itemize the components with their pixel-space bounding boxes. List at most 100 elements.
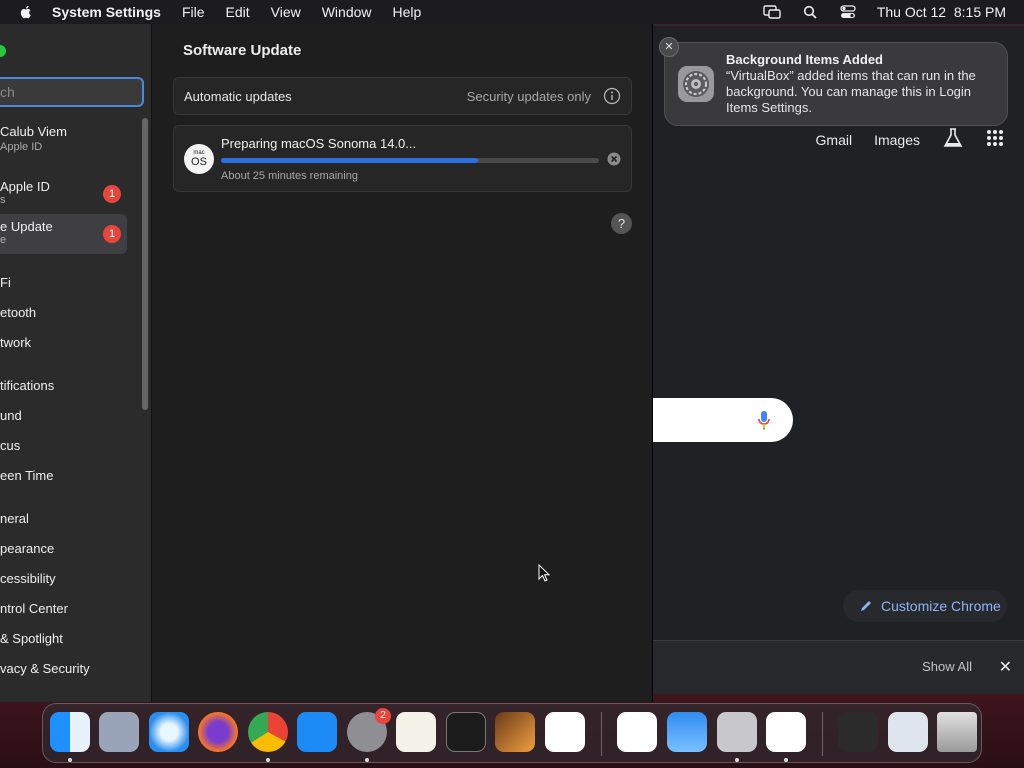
profile-name: Calub Viem — [0, 124, 67, 139]
google-search-input[interactable] — [640, 398, 793, 442]
notification-body: “VirtualBox” added items that can run in… — [726, 68, 976, 115]
dock-documents-stack-icon[interactable] — [888, 712, 928, 752]
dock-firefox-icon[interactable] — [198, 712, 238, 752]
menu-view[interactable]: View — [271, 4, 301, 20]
dock-weather-icon[interactable] — [667, 712, 707, 752]
dock-vscode-icon[interactable] — [545, 712, 585, 752]
macos-icon: mac OS — [184, 144, 214, 174]
screen-mirroring-icon[interactable] — [763, 4, 781, 20]
update-progress-card: mac OS Preparing macOS Sonoma 14.0... Ab… — [173, 125, 632, 192]
dock-trash-icon[interactable] — [937, 712, 977, 752]
dock-running-indicator — [784, 758, 788, 762]
chrome-download-bar: Show All ✕ — [640, 640, 1024, 694]
update-progress-fill — [221, 158, 479, 163]
dock-running-indicator — [365, 758, 369, 762]
notification-close-button[interactable]: ✕ — [659, 37, 679, 57]
menu-bar: System Settings File Edit View Window He… — [0, 0, 1024, 24]
labs-flask-icon[interactable] — [942, 127, 964, 152]
dock: 2 — [42, 703, 982, 763]
sidebar-item-siri-spotlight[interactable]: & Spotlight — [0, 631, 63, 646]
pencil-icon — [861, 601, 871, 611]
menu-clock[interactable]: Thu Oct 12 8:15 PM — [877, 4, 1006, 20]
sidebar-item-wifi[interactable]: Fi — [0, 275, 11, 290]
sidebar-item-control-center[interactable]: ntrol Center — [0, 601, 68, 616]
sidebar-profile[interactable]: Calub Viem Apple ID — [0, 124, 67, 153]
background-items-notification[interactable]: ✕ Background Items Added “VirtualBox” ad… — [659, 37, 1008, 126]
dock-chrome-icon[interactable] — [248, 712, 288, 752]
dock-running-indicator — [68, 758, 72, 762]
dock-app-store-icon[interactable] — [297, 712, 337, 752]
apple-id-badge: 1 — [103, 185, 121, 203]
page-title: Software Update — [183, 42, 302, 59]
close-download-bar-icon[interactable]: ✕ — [999, 657, 1012, 677]
dock-system-settings-badge: 2 — [375, 708, 391, 724]
dock-separator — [601, 712, 602, 756]
macos-icon-big-text: OS — [191, 156, 207, 168]
sidebar-item-label: e Update — [0, 219, 53, 234]
dock-launchpad-icon[interactable] — [99, 712, 139, 752]
sidebar-item-label: Apple ID — [0, 179, 50, 194]
info-icon[interactable] — [603, 87, 621, 105]
mouse-cursor-icon — [538, 564, 550, 582]
dock-textedit-icon[interactable] — [396, 712, 436, 752]
voice-search-icon[interactable] — [757, 410, 771, 430]
sidebar-item-general[interactable]: neral — [0, 511, 29, 526]
customize-chrome-label: Customize Chrome — [881, 598, 1001, 614]
sidebar-item-apple-id[interactable]: Apple ID s — [0, 179, 50, 206]
gmail-link[interactable]: Gmail — [816, 132, 853, 148]
sidebar-item-notifications[interactable]: tifications — [0, 378, 54, 393]
dock-safari-icon[interactable] — [149, 712, 189, 752]
cancel-update-icon[interactable] — [607, 152, 621, 166]
dock-visual-studio-icon[interactable] — [617, 712, 657, 752]
sidebar-search-input[interactable]: ch — [0, 77, 144, 107]
apps-grid-icon[interactable] — [986, 129, 1004, 150]
sidebar-item-sound[interactable]: und — [0, 408, 22, 423]
apple-menu-icon[interactable] — [18, 4, 34, 20]
dock-freeform-icon[interactable] — [766, 712, 806, 752]
sidebar-item-network[interactable]: twork — [0, 335, 31, 350]
menu-app-name[interactable]: System Settings — [52, 4, 161, 20]
dock-terminal-icon[interactable] — [446, 712, 486, 752]
dock-garageband-icon[interactable] — [495, 712, 535, 752]
system-settings-window: ch Calub Viem Apple ID Apple ID s 1 e Up… — [0, 24, 653, 702]
sidebar-item-bluetooth[interactable]: etooth — [0, 305, 36, 320]
menu-file[interactable]: File — [182, 4, 205, 20]
menu-edit[interactable]: Edit — [226, 4, 250, 20]
control-center-icon[interactable] — [839, 4, 857, 20]
sidebar-item-accessibility[interactable]: cessibility — [0, 571, 56, 586]
chrome-window: Gmail Images Customize Chrome Show All ✕ — [640, 26, 1024, 694]
show-all-button[interactable]: Show All — [922, 659, 972, 674]
images-link[interactable]: Images — [874, 132, 920, 148]
menu-help[interactable]: Help — [393, 4, 422, 20]
customize-chrome-button[interactable]: Customize Chrome — [843, 590, 1007, 622]
menu-window[interactable]: Window — [322, 4, 372, 20]
notification-title: Background Items Added — [726, 52, 883, 67]
dock-running-indicator — [735, 758, 739, 762]
dock-separator — [822, 712, 823, 756]
update-time-remaining: About 25 minutes remaining — [221, 170, 358, 182]
automatic-updates-value: Security updates only — [466, 89, 591, 104]
sidebar-item-screen-time[interactable]: een Time — [0, 468, 53, 483]
settings-sidebar: ch Calub Viem Apple ID Apple ID s 1 e Up… — [0, 24, 152, 702]
spotlight-search-icon[interactable] — [801, 4, 819, 20]
automatic-updates-label: Automatic updates — [184, 89, 292, 104]
chrome-top-links: Gmail Images — [816, 127, 1004, 152]
automatic-updates-row[interactable]: Automatic updates Security updates only — [173, 77, 632, 115]
sidebar-scrollbar[interactable] — [142, 118, 148, 410]
update-title: Preparing macOS Sonoma 14.0... — [221, 136, 417, 151]
window-zoom-button[interactable] — [0, 45, 6, 57]
profile-sub: Apple ID — [0, 141, 43, 153]
software-update-badge: 1 — [103, 225, 121, 243]
dock-disk-utility-icon[interactable] — [717, 712, 757, 752]
sidebar-item-software-update[interactable]: e Update e — [0, 219, 53, 246]
sidebar-item-appearance[interactable]: pearance — [0, 541, 54, 556]
dock-finder-icon[interactable] — [50, 712, 90, 752]
help-button[interactable]: ? — [611, 213, 632, 234]
sidebar-item-sub: e — [0, 234, 7, 246]
system-settings-gear-icon — [678, 66, 714, 102]
sidebar-item-privacy-security[interactable]: vacy & Security — [0, 661, 90, 676]
dock-downloads-stack-icon[interactable] — [838, 712, 878, 752]
sidebar-item-sub: s — [0, 194, 6, 206]
dock-running-indicator — [266, 758, 270, 762]
sidebar-item-focus[interactable]: cus — [0, 438, 20, 453]
